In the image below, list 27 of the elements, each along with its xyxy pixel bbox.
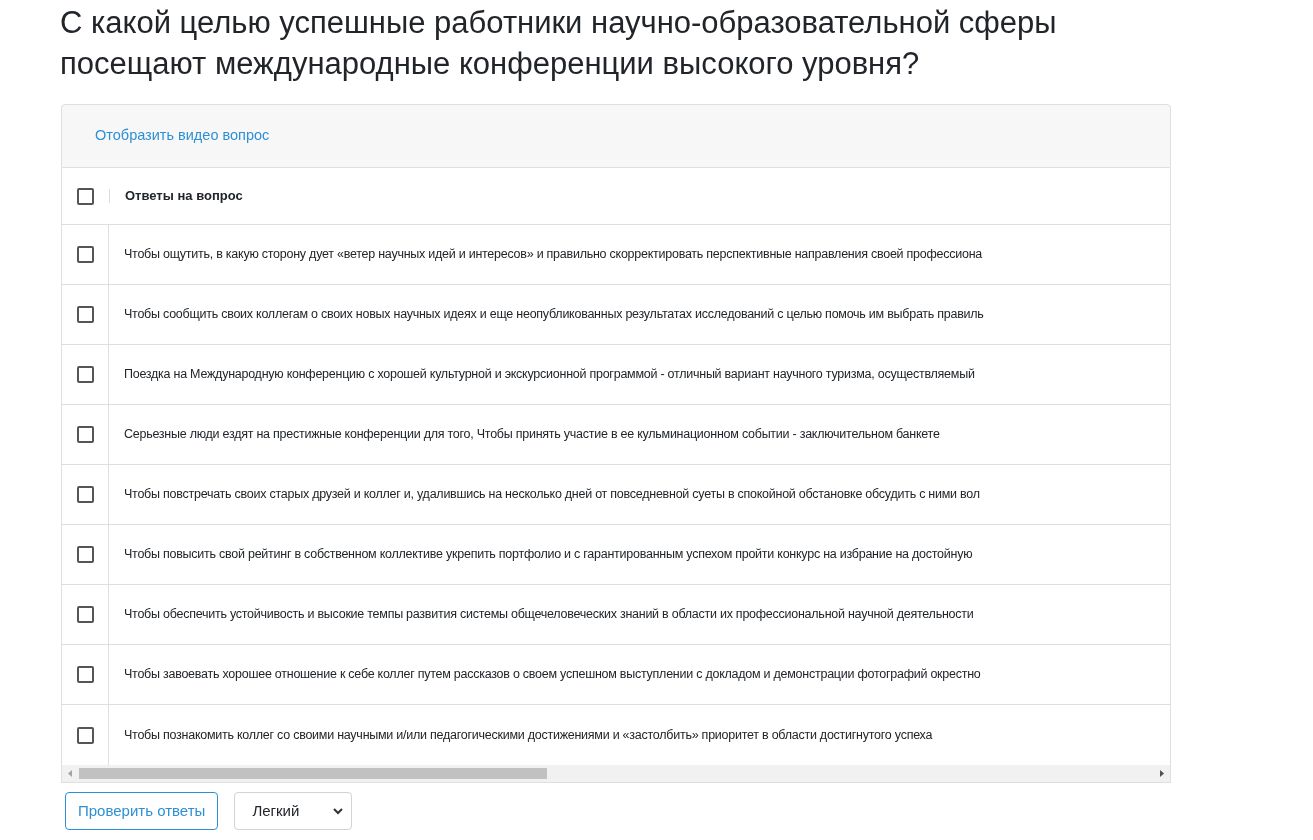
answer-text: Чтобы ощутить, в какую сторону дует «ветер научных идей и интересов» и правильно скорректировать перспективные направления своей профессиона <box>124 246 983 264</box>
checkbox[interactable] <box>76 426 94 443</box>
checkbox[interactable] <box>76 306 94 323</box>
difficulty-select[interactable]: Легкий <box>234 792 353 830</box>
answer-text: Чтобы повстречать своих старых друзей и коллег и, удалившись на несколько дней от повседневной суеты в спокойной обстановке обсудить с ними вол <box>124 486 980 504</box>
column-header: Ответы на вопрос <box>125 187 243 206</box>
horizontal-scrollbar[interactable] <box>62 765 1170 782</box>
checkbox[interactable] <box>76 246 94 263</box>
answer-text: Чтобы обеспечить устойчивость и высокие темпы развития системы общечеловеческих знаний в области их профессиональной научной деятельности <box>124 606 974 624</box>
answer-text: Чтобы повысить свой рейтинг в собственном коллективе укрепить портфолио и с гарантированным успехом пройти конкурс на избрание на достойную <box>124 546 973 564</box>
checkbox[interactable] <box>76 726 94 744</box>
check-answers-button[interactable]: Проверить ответы <box>65 792 219 830</box>
checkbox[interactable] <box>76 606 94 623</box>
checkbox[interactable] <box>76 666 94 683</box>
question-title: С какой целью успешные работники научно-образовательной сферы посещают международные конференции высокого уровня? <box>60 4 1058 83</box>
answer-text: Поездка на Международную конференцию с хорошей культурной и экскурсионной программой - отличный вариант научного туризма, осуществляемый <box>124 366 975 384</box>
answer-text: Чтобы завоевать хорошее отношение к себе коллег путем рассказов о своем успешном выступлении с докладом и демонстрации фотографий окрестно <box>124 666 981 684</box>
answer-text: Чтобы сообщить своих коллегам о своих новых научных идеях и еще неопубликованных результатах исследований с целью помочь им выбрать правиль <box>124 306 984 324</box>
scrollbar-thumb[interactable] <box>79 768 547 779</box>
checkbox[interactable] <box>76 486 94 503</box>
answer-text: Чтобы познакомить коллег со своими научными и/или педагогическими достижениями и «застолбить» приоритет в области достигнутого успеха <box>124 726 933 744</box>
checkbox[interactable] <box>76 546 94 563</box>
chevron-down-icon <box>333 807 344 815</box>
answer-text: Серьезные люди ездят на престижные конференции для того, Чтобы принять участие в ее кульминационном событии - заключительном банкете <box>124 426 940 444</box>
checkbox[interactable] <box>77 187 94 205</box>
show-video-link[interactable]: Отобразить видео вопрос <box>95 125 270 147</box>
checkbox[interactable] <box>76 366 94 383</box>
